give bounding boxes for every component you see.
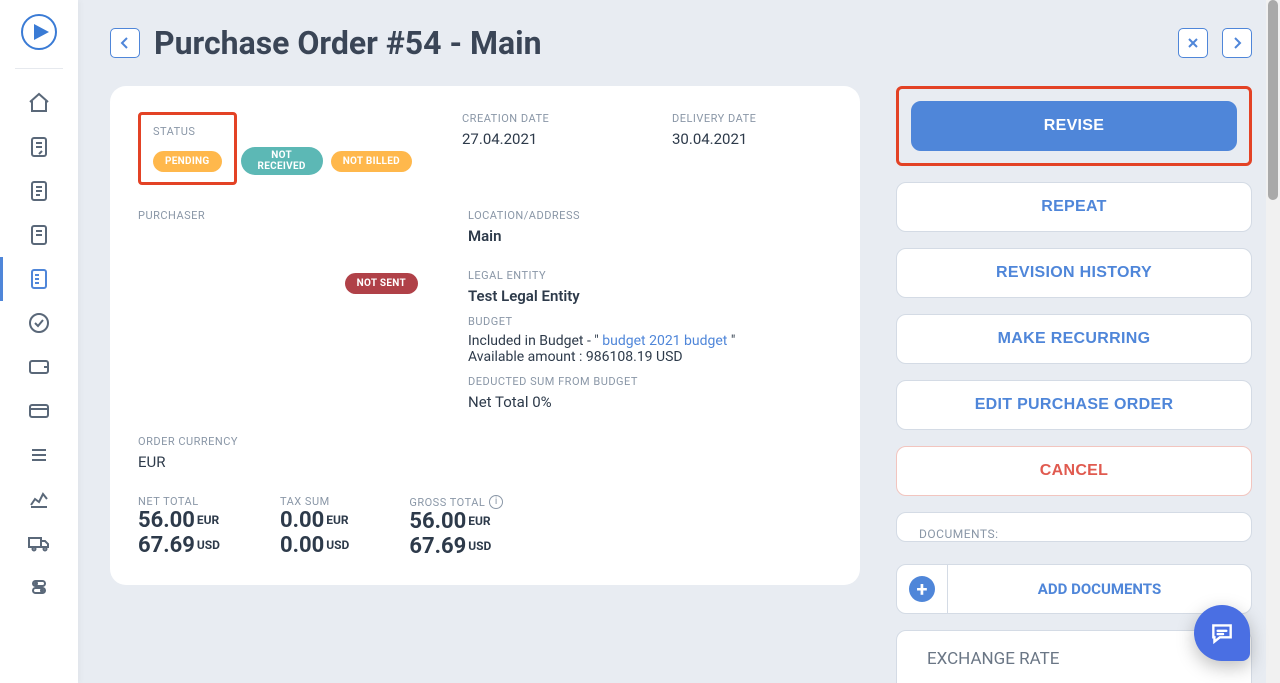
nav-settings[interactable]: [0, 565, 78, 609]
status-pending-badge: PENDING: [153, 151, 222, 172]
nav-list[interactable]: [0, 433, 78, 477]
purchaser-label: PURCHASER: [138, 209, 418, 222]
budget-available: Available amount : 986108.19 USD: [468, 349, 832, 365]
edit-purchase-order-button[interactable]: EDIT PURCHASE ORDER: [896, 380, 1252, 430]
delivery-date-value: 30.04.2021: [672, 130, 832, 148]
order-currency-value: EUR: [138, 453, 298, 471]
app-logo[interactable]: [21, 14, 57, 50]
scrollbar[interactable]: [1266, 0, 1280, 683]
location-value: Main: [468, 227, 832, 245]
nav-requests[interactable]: [0, 125, 78, 169]
net-total-eur: 56.00: [138, 508, 195, 533]
budget-value: Included in Budget - " budget 2021 budge…: [468, 333, 832, 349]
page-header: Purchase Order #54 - Main: [110, 24, 1252, 62]
sidebar: [0, 0, 78, 683]
cancel-button[interactable]: CANCEL: [896, 446, 1252, 496]
nav-invoices[interactable]: [0, 213, 78, 257]
nav-purchase-orders[interactable]: [0, 257, 78, 301]
budget-label: BUDGET: [468, 315, 832, 328]
status-highlight: STATUS PENDING: [138, 112, 237, 185]
info-icon[interactable]: i: [489, 495, 503, 509]
nav-reports[interactable]: [0, 477, 78, 521]
creation-date-label: CREATION DATE: [462, 112, 622, 125]
status-not-billed-badge: NOT BILLED: [331, 151, 412, 172]
close-button[interactable]: [1178, 28, 1208, 58]
nav-delivery[interactable]: [0, 521, 78, 565]
nav-card[interactable]: [0, 389, 78, 433]
totals: NET TOTAL 56.00EUR 67.69USD TAX SUM 0.00…: [138, 495, 832, 559]
divider: [15, 68, 63, 69]
tax-sum-usd: 0.00: [280, 533, 324, 558]
documents-panel: DOCUMENTS:: [896, 512, 1252, 542]
documents-label: DOCUMENTS:: [897, 513, 1251, 541]
nav-home[interactable]: [0, 81, 78, 125]
status-not-received-badge: NOT RECEIVED: [241, 147, 323, 175]
back-button[interactable]: [110, 28, 140, 58]
net-total-usd: 67.69: [138, 533, 195, 558]
revise-highlight: REVISE: [896, 86, 1252, 166]
order-summary-card: STATUS PENDING NOT RECEIVED NOT BILLED C…: [110, 86, 860, 585]
status-not-sent-badge: NOT SENT: [345, 273, 418, 294]
order-currency-label: ORDER CURRENCY: [138, 435, 298, 448]
deducted-value: Net Total 0%: [468, 393, 832, 411]
legal-entity-value: Test Legal Entity: [468, 287, 832, 305]
revision-history-button[interactable]: REVISION HISTORY: [896, 248, 1252, 298]
actions-column: REVISE REPEAT REVISION HISTORY MAKE RECU…: [896, 86, 1252, 683]
make-recurring-button[interactable]: MAKE RECURRING: [896, 314, 1252, 364]
gross-total-label: GROSS TOTAL i: [409, 495, 503, 509]
exchange-rate-title: EXCHANGE RATE: [927, 649, 1221, 669]
add-documents-label: ADD DOCUMENTS: [947, 565, 1251, 613]
legal-entity-label: LEGAL ENTITY: [468, 269, 832, 282]
gross-total-eur: 56.00: [409, 509, 466, 534]
tax-sum-eur: 0.00: [280, 508, 324, 533]
plus-icon: +: [897, 565, 947, 613]
delivery-date-label: DELIVERY DATE: [672, 112, 832, 125]
chat-button[interactable]: [1194, 605, 1250, 661]
repeat-button[interactable]: REPEAT: [896, 182, 1252, 232]
status-label: STATUS: [153, 125, 195, 138]
budget-link[interactable]: budget 2021 budget: [602, 333, 727, 349]
next-button[interactable]: [1222, 28, 1252, 58]
main-content: Purchase Order #54 - Main STATUS PENDING: [78, 0, 1280, 683]
nav-wallet[interactable]: [0, 345, 78, 389]
nav-approvals[interactable]: [0, 301, 78, 345]
revise-button[interactable]: REVISE: [911, 101, 1237, 151]
page-title: Purchase Order #54 - Main: [154, 24, 542, 62]
nav-orders[interactable]: [0, 169, 78, 213]
gross-total-usd: 67.69: [409, 534, 466, 559]
location-label: LOCATION/ADDRESS: [468, 209, 832, 222]
deducted-label: DEDUCTED SUM FROM BUDGET: [468, 375, 832, 388]
creation-date-value: 27.04.2021: [462, 130, 622, 148]
tax-sum-label: TAX SUM: [280, 495, 349, 508]
add-documents-button[interactable]: + ADD DOCUMENTS: [896, 564, 1252, 614]
net-total-label: NET TOTAL: [138, 495, 220, 508]
